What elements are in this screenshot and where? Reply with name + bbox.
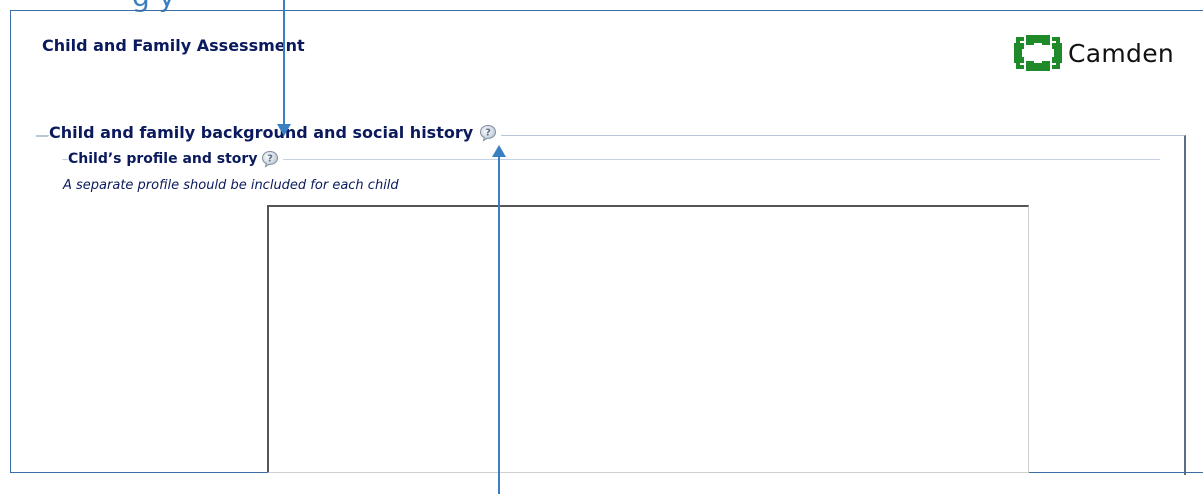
annotation-arrow-line bbox=[283, 0, 285, 128]
svg-text:?: ? bbox=[485, 127, 491, 138]
subsection-heading-text: Child’s profile and story bbox=[68, 151, 258, 167]
svg-text:?: ? bbox=[268, 154, 274, 165]
annotation-arrowhead bbox=[492, 145, 506, 157]
section-heading: Child and family background and social h… bbox=[49, 123, 502, 142]
logo-text: Camden bbox=[1068, 38, 1175, 68]
annotation-arrow-line bbox=[498, 156, 500, 494]
help-question-icon[interactable]: ? bbox=[261, 150, 279, 168]
form-title: Child and Family Assessment bbox=[42, 36, 305, 55]
camden-logo: Camden bbox=[1012, 33, 1174, 73]
profile-hint: A separate profile should be included fo… bbox=[63, 178, 399, 193]
section-heading-text: Child and family background and social h… bbox=[49, 123, 474, 142]
profile-story-textarea[interactable] bbox=[267, 205, 1029, 473]
help-question-icon[interactable]: ? bbox=[479, 124, 497, 142]
camden-logo-icon bbox=[1014, 35, 1062, 71]
subsection-heading: Child’s profile and story ? bbox=[68, 150, 284, 168]
annotation-arrowhead bbox=[277, 124, 291, 136]
